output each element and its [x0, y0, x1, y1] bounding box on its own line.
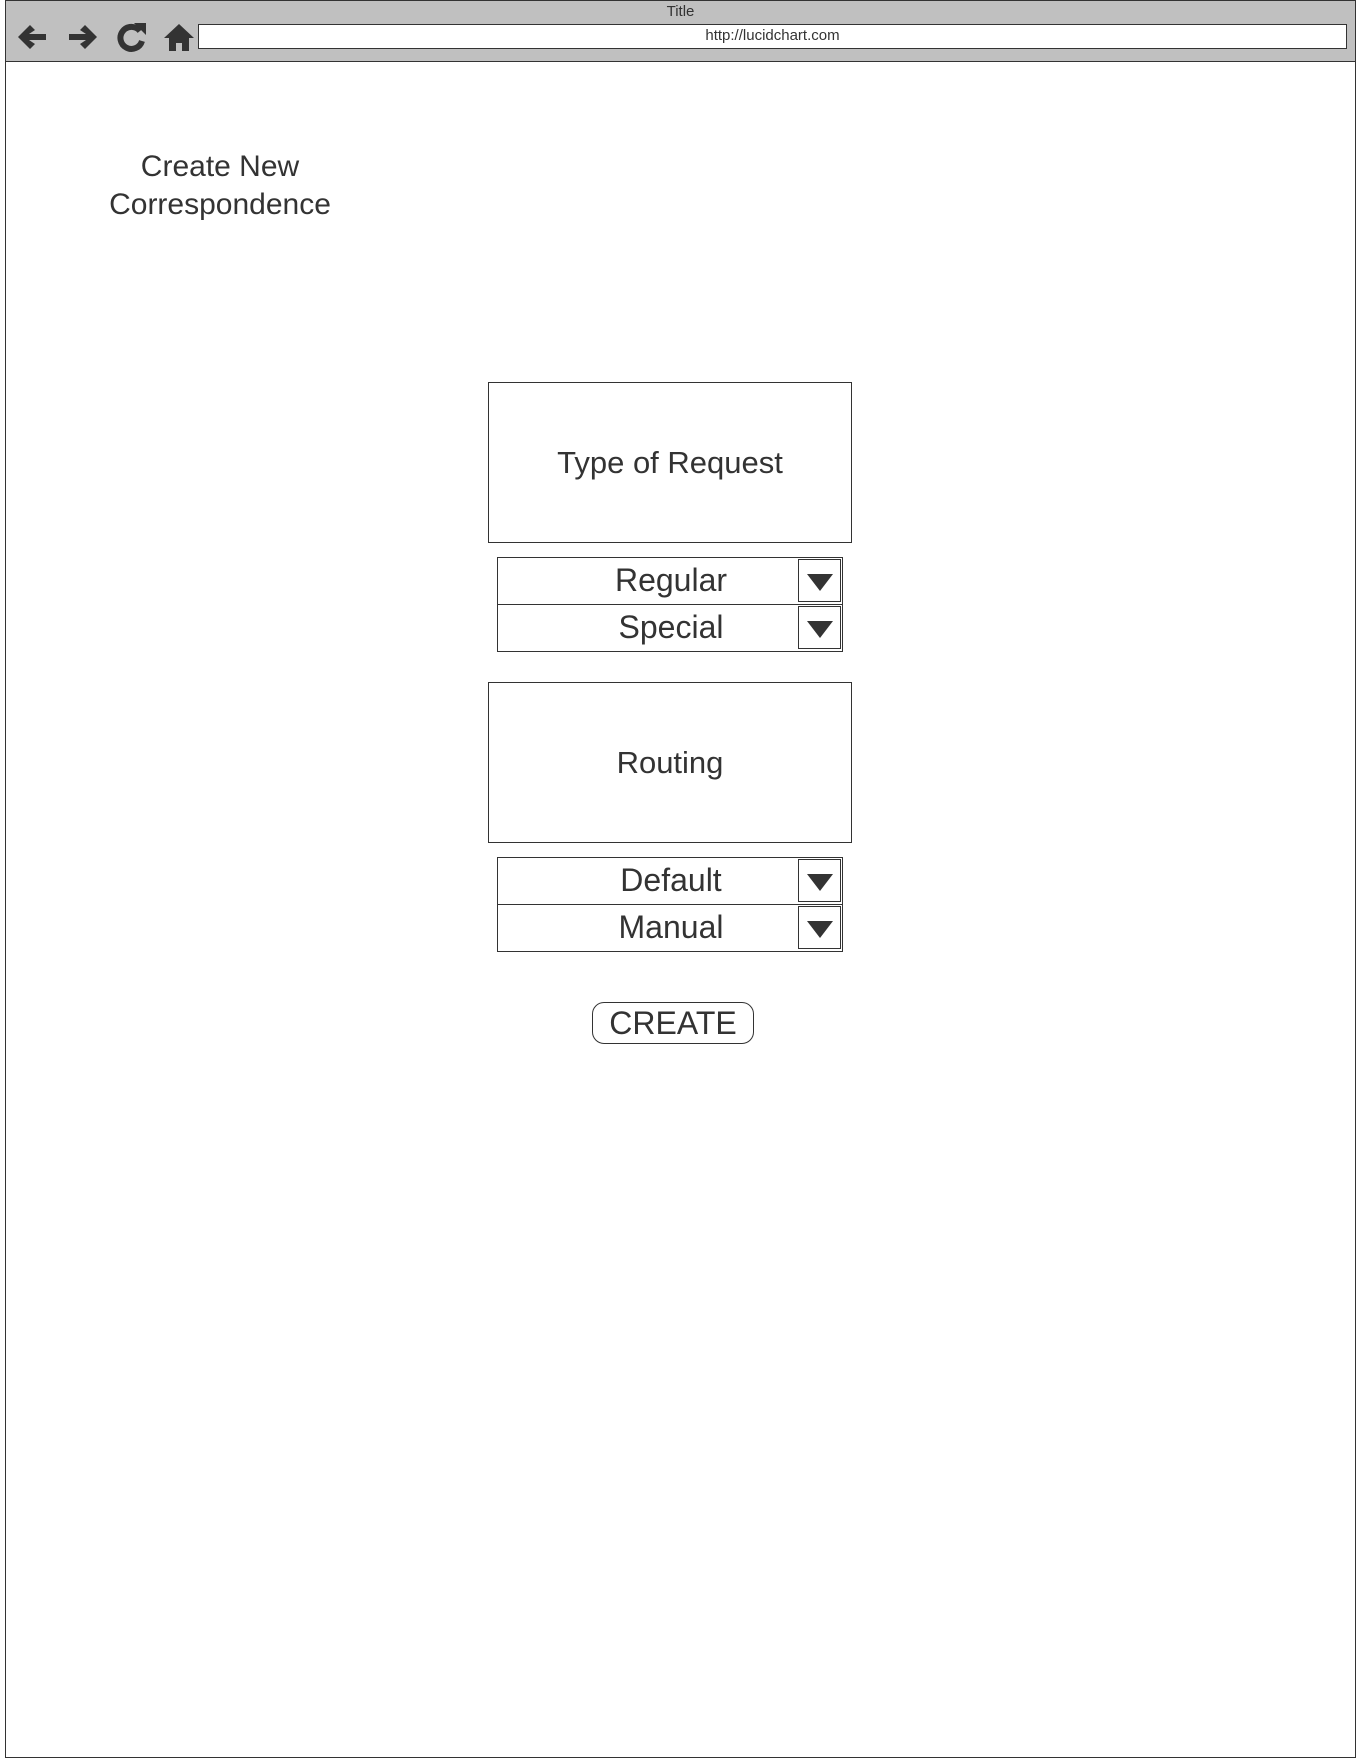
- request-type-dropdown-special[interactable]: Special: [497, 604, 843, 652]
- chevron-down-icon[interactable]: [798, 859, 841, 902]
- dropdown-label: Default: [620, 862, 722, 898]
- chevron-down-icon[interactable]: [798, 606, 841, 649]
- type-of-request-box: Type of Request: [488, 382, 852, 543]
- dropdown-label: Regular: [614, 562, 728, 598]
- dropdown-label: Manual: [618, 909, 724, 945]
- back-arrow-icon[interactable]: [14, 19, 50, 55]
- chevron-down-icon[interactable]: [798, 906, 841, 949]
- forward-arrow-icon[interactable]: [65, 19, 101, 55]
- create-button[interactable]: CREATE: [592, 1002, 754, 1044]
- routing-dropdown-default[interactable]: Default: [497, 857, 843, 905]
- chevron-down-icon[interactable]: [798, 559, 841, 602]
- routing-box: Routing: [488, 682, 852, 843]
- routing-dropdown-manual[interactable]: Manual: [497, 904, 843, 952]
- reload-icon[interactable]: [113, 19, 149, 55]
- page-title: Create New Correspondence: [109, 150, 331, 221]
- window-title: Title: [666, 3, 695, 20]
- dropdown-label: Special: [618, 609, 724, 645]
- home-icon[interactable]: [161, 19, 197, 55]
- url-bar[interactable]: http://lucidchart.com: [198, 24, 1347, 49]
- request-type-dropdown-regular[interactable]: Regular: [497, 557, 843, 605]
- browser-toolbar: Title http://lucidchart.com: [6, 1, 1355, 62]
